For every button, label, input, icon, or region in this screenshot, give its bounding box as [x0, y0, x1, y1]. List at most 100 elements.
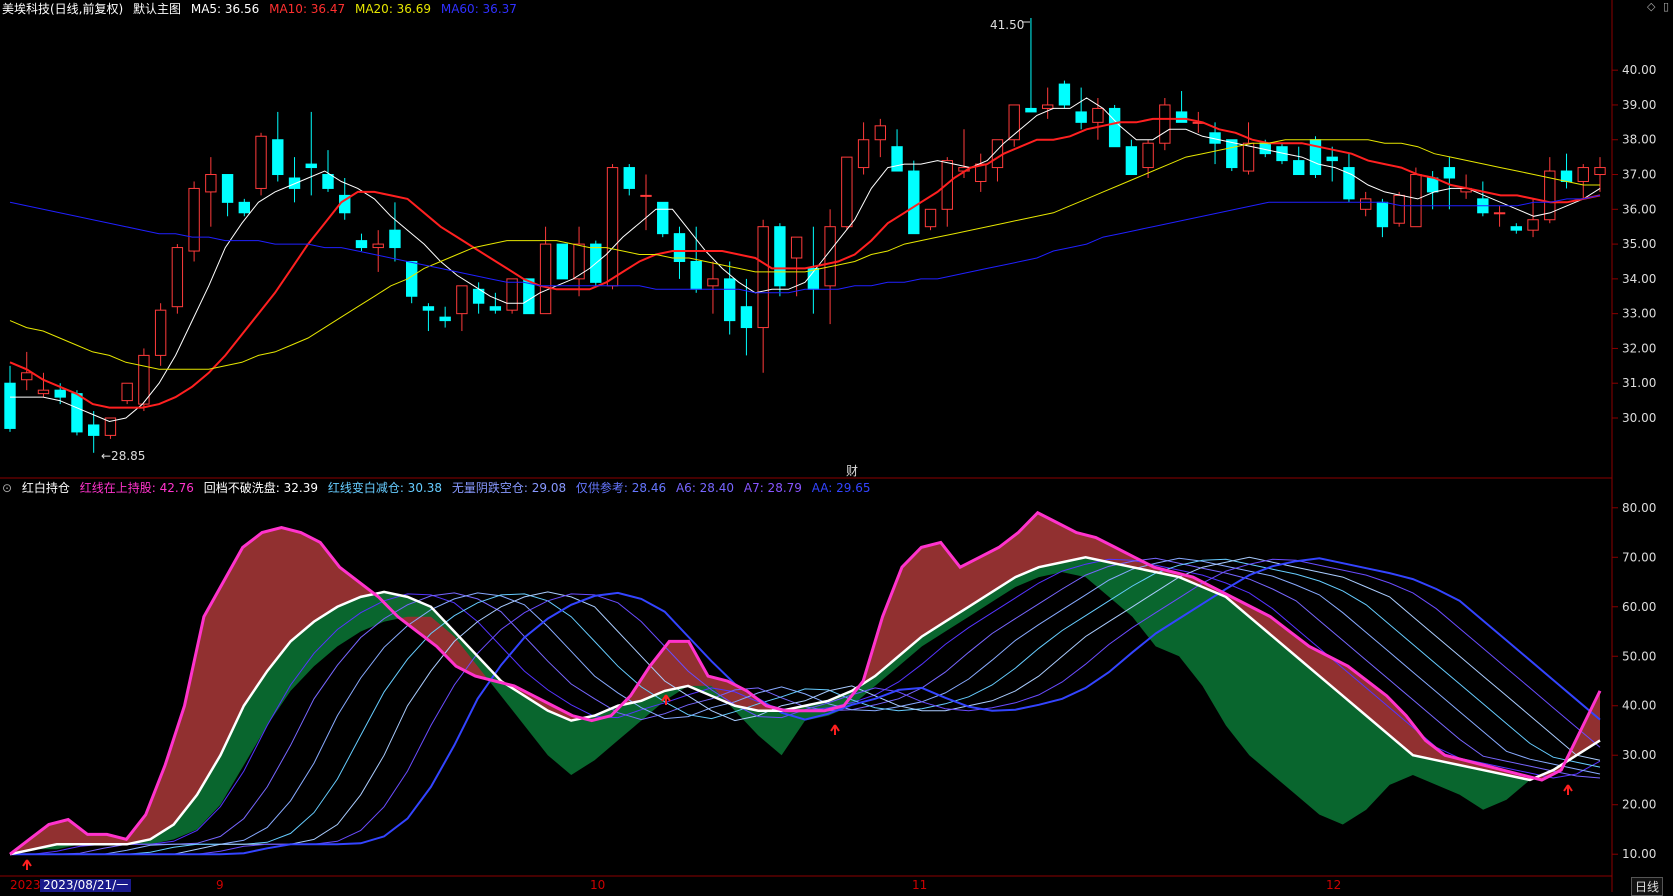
- ma-line-ma10: [9, 117, 1601, 409]
- candle-up: [573, 243, 585, 280]
- month-label-11: 11: [912, 878, 928, 892]
- diamond-icon[interactable]: ◇: [1647, 0, 1655, 13]
- candle-up: [255, 135, 267, 189]
- candle-up: [539, 243, 552, 315]
- month-label-12: 12: [1326, 878, 1342, 892]
- price-tick-label: 36.00: [1622, 202, 1656, 216]
- buy-arrow-icon: [830, 724, 840, 735]
- candle-up: [1092, 107, 1104, 123]
- indicator-name[interactable]: 红白持仓: [22, 481, 70, 495]
- candle-up: [1393, 194, 1405, 224]
- candle-up: [1041, 104, 1054, 109]
- candle-down: [1226, 139, 1238, 169]
- candle-up: [857, 139, 870, 169]
- candle-down: [4, 382, 16, 429]
- candle-up: [1142, 142, 1154, 169]
- candle-down: [623, 167, 635, 189]
- high-price-label: 41.50: [990, 18, 1024, 32]
- candle-up: [1359, 198, 1372, 210]
- candle-down: [1376, 201, 1389, 228]
- candle-down: [389, 229, 401, 249]
- candle-down: [657, 201, 669, 235]
- cursor-date: 2023/08/21/一: [40, 879, 132, 892]
- candle-down: [1108, 107, 1121, 148]
- candle-up: [1159, 104, 1171, 144]
- candle-up: [1410, 174, 1422, 228]
- month-label-9: 9: [216, 878, 224, 892]
- candle-down: [1293, 160, 1305, 176]
- candle-down: [1058, 83, 1071, 106]
- candle-down: [908, 170, 920, 235]
- candle-down: [1025, 107, 1037, 113]
- candle-up: [606, 167, 619, 287]
- ma-line-ma20: [9, 139, 1600, 370]
- ind-tick-label: 20.00: [1622, 798, 1656, 812]
- main-chart-label[interactable]: 默认主图: [133, 2, 181, 16]
- candle-down: [891, 146, 903, 172]
- window-icon[interactable]: ▯: [1663, 0, 1669, 13]
- candle-down: [1125, 146, 1138, 176]
- ind-tick-label: 70.00: [1622, 550, 1656, 564]
- candle-down: [1075, 111, 1087, 123]
- indicator-v1: 红线在上持股: 42.76: [79, 481, 194, 495]
- ind-tick-label: 80.00: [1622, 501, 1656, 515]
- candle-down: [1560, 170, 1573, 182]
- indicator-v8: AA: 29.65: [811, 481, 871, 495]
- candle-up: [1493, 212, 1506, 215]
- candle-down: [1175, 111, 1188, 123]
- candle-down: [673, 233, 686, 262]
- ind-tick-label: 60.00: [1622, 600, 1656, 614]
- ma60-value: MA60: 36.37: [440, 2, 517, 16]
- candle-up: [824, 226, 836, 287]
- candle-down: [690, 260, 702, 290]
- period-tab[interactable]: 日线: [1630, 877, 1663, 896]
- ind-tick-label: 30.00: [1622, 748, 1656, 762]
- candle-up: [171, 247, 184, 308]
- candle-down: [740, 306, 753, 329]
- candle-down: [54, 389, 66, 398]
- price-tick-label: 38.00: [1622, 133, 1656, 147]
- candle-down: [1326, 156, 1338, 162]
- candle-up: [138, 354, 150, 405]
- price-tick-label: 31.00: [1622, 376, 1656, 390]
- candle-down: [422, 306, 435, 311]
- ma-line-ma5: [10, 97, 1601, 423]
- stock-name[interactable]: 美埃科技(日线,前复权): [2, 2, 123, 16]
- candle-up: [456, 285, 468, 315]
- low-price-label: ←28.85: [101, 449, 145, 463]
- price-tick-label: 39.00: [1622, 98, 1656, 112]
- candle-down: [1426, 177, 1439, 193]
- indicator-v4: 无量阴跌空仓: 29.08: [451, 481, 567, 495]
- candle-down: [723, 278, 736, 322]
- settings-dot-icon[interactable]: ⊙: [2, 481, 12, 495]
- year-label: 2023: [10, 878, 41, 892]
- candle-up: [372, 243, 384, 249]
- candle-up: [121, 382, 133, 402]
- candle-down: [774, 226, 786, 287]
- candle-up: [924, 208, 937, 228]
- candle-down: [489, 306, 502, 311]
- candle-up: [154, 309, 167, 356]
- candle-up: [21, 372, 33, 381]
- ma20-value: MA20: 36.69: [354, 2, 432, 16]
- candle-up: [37, 389, 50, 395]
- candle-down: [1443, 167, 1456, 179]
- candle-up: [506, 278, 518, 311]
- indicator-header: ⊙ 红白持仓 红线在上持股: 42.76 回档不破洗盘: 32.39 红线变白减…: [2, 479, 877, 496]
- candle-down: [71, 393, 83, 433]
- candle-down: [556, 243, 569, 280]
- indicator-v3: 红线变白减仓: 30.38: [327, 481, 443, 495]
- buy-arrow-icon: [22, 859, 32, 870]
- indicator-v5: 仅供参考: 28.46: [575, 481, 667, 495]
- window-controls: ◇ ▯: [1643, 0, 1669, 13]
- candle-up: [188, 187, 200, 252]
- ind-tick-label: 40.00: [1622, 699, 1656, 713]
- finance-marker[interactable]: 财: [846, 462, 858, 479]
- stock-chart[interactable]: 40.00 39.00 38.00 37.00 36.00 35.00 34.00 33.00…: [0, 0, 1673, 892]
- candle-up: [757, 226, 769, 329]
- candle-up: [1577, 167, 1589, 182]
- price-tick-label: 40.00: [1622, 63, 1656, 77]
- candle-up: [841, 156, 853, 228]
- candle-down: [272, 139, 284, 176]
- candle-down: [238, 201, 251, 214]
